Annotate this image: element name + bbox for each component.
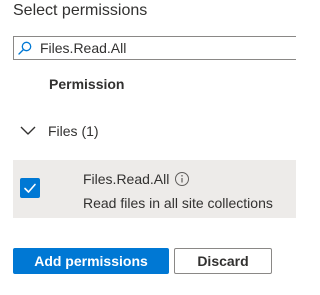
permission-name: Files.Read.All: [83, 171, 170, 187]
files-group-toggle[interactable]: Files (1): [13, 118, 213, 144]
chevron-down-icon: [19, 122, 37, 140]
permission-column-header: Permission: [49, 76, 125, 92]
search-box[interactable]: [13, 36, 296, 60]
permission-row[interactable]: Files.Read.All Read files in all site co…: [13, 160, 296, 218]
search-icon: [18, 41, 32, 55]
permission-checkbox[interactable]: [20, 178, 40, 198]
search-input[interactable]: [40, 39, 290, 57]
panel-title: Select permissions: [13, 2, 148, 19]
discard-button[interactable]: Discard: [174, 248, 272, 274]
group-label: Files (1): [48, 123, 99, 139]
info-icon[interactable]: [174, 171, 190, 187]
select-permissions-panel: Select permissions Permission Files (1) …: [0, 0, 296, 295]
add-permissions-button[interactable]: Add permissions: [13, 248, 169, 274]
permission-description: Read files in all site collections: [83, 195, 273, 211]
